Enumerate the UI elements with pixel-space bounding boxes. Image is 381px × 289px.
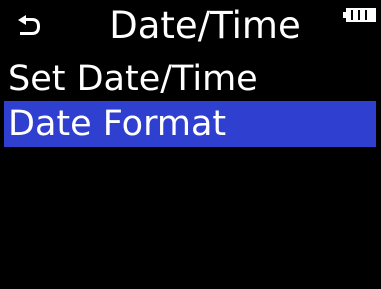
page-title: Date/Time — [109, 4, 301, 47]
battery-icon — [343, 8, 376, 22]
header-bar: Date/Time — [0, 0, 381, 54]
return-arrow-icon — [18, 15, 40, 35]
device-screen: Date/Time Set Date/Time Date Format — [0, 0, 381, 289]
menu-item-set-date-time[interactable]: Set Date/Time — [4, 56, 376, 102]
back-button[interactable] — [14, 12, 44, 42]
battery-indicator — [343, 8, 377, 22]
menu-item-date-format[interactable]: Date Format — [4, 101, 376, 147]
